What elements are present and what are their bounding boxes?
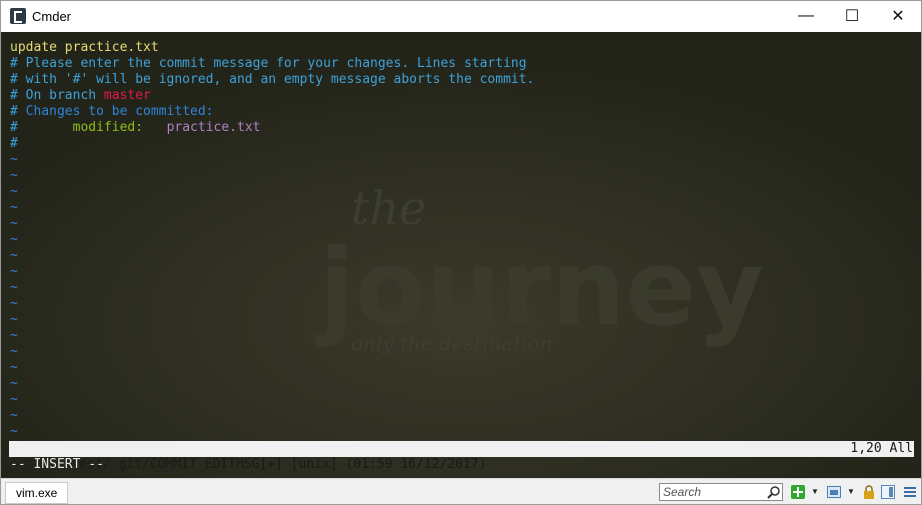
text-segment-default: update practice.txt xyxy=(10,40,159,55)
text-segment-comment: # with '#' will be ignored, and an empty… xyxy=(10,72,535,87)
status-file-info: ~/test/.git/COMMIT_EDITMSG[+] [unix] (01… xyxy=(55,457,487,472)
empty-line-marker: ~ xyxy=(10,424,534,440)
empty-line-marker: ~ xyxy=(10,216,534,232)
empty-line-marker: ~ xyxy=(10,328,534,344)
text-segment-tilde: ~ xyxy=(10,408,18,423)
minimize-icon: — xyxy=(798,7,814,24)
window-title: Cmder xyxy=(32,8,72,24)
editor-line: # with '#' will be ignored, and an empty… xyxy=(10,72,534,88)
text-segment-tilde: ~ xyxy=(10,360,18,375)
empty-line-marker: ~ xyxy=(10,280,534,296)
text-segment-tilde: ~ xyxy=(10,184,18,199)
empty-line-marker: ~ xyxy=(10,392,534,408)
close-icon: ✕ xyxy=(891,8,905,25)
minimize-button[interactable]: — xyxy=(783,1,829,31)
text-segment-tilde: ~ xyxy=(10,392,18,407)
search-input[interactable] xyxy=(659,483,783,501)
lock-icon[interactable] xyxy=(862,485,876,499)
maximize-icon: ☐ xyxy=(844,8,860,25)
close-button[interactable]: ✕ xyxy=(875,1,921,31)
text-segment-header: Changes to be committed: xyxy=(25,104,214,119)
cmder-window: Cmder — ☐ ✕ the journey only the destina… xyxy=(0,0,922,505)
text-segment-branch: master xyxy=(103,88,151,103)
maximize-button[interactable]: ☐ xyxy=(829,1,875,31)
text-segment-comment: # xyxy=(10,120,73,135)
text-segment-tilde: ~ xyxy=(10,280,18,295)
menu-icon[interactable] xyxy=(903,485,917,499)
text-segment-tilde: ~ xyxy=(10,248,18,263)
text-segment-comment: # Please enter the commit message for yo… xyxy=(10,56,527,71)
text-segment-tilde: ~ xyxy=(10,264,18,279)
text-segment-tilde: ~ xyxy=(10,152,18,167)
text-segment-tilde: ~ xyxy=(10,296,18,311)
new-console-dropdown-icon[interactable]: ▼ xyxy=(811,487,819,497)
text-segment-tilde: ~ xyxy=(10,232,18,247)
editor-line: # Changes to be committed: xyxy=(10,104,534,120)
empty-line-marker: ~ xyxy=(10,376,534,392)
text-segment-tilde: ~ xyxy=(10,216,18,231)
empty-line-marker: ~ xyxy=(10,264,534,280)
text-segment-file: practice.txt xyxy=(166,120,261,135)
editor-line: update practice.txt xyxy=(10,40,534,56)
editor-line: # xyxy=(10,136,534,152)
empty-line-marker: ~ xyxy=(10,360,534,376)
console-tab-vim[interactable]: vim.exe xyxy=(5,482,69,504)
empty-line-marker: ~ xyxy=(10,152,534,168)
text-segment-comment: # On branch xyxy=(10,88,104,103)
empty-line-marker: ~ xyxy=(10,296,534,312)
new-console-icon[interactable] xyxy=(791,485,805,499)
text-segment-comment: # xyxy=(10,104,26,119)
switch-console-dropdown-icon[interactable]: ▼ xyxy=(847,487,855,497)
empty-line-marker: ~ xyxy=(10,248,534,264)
console-bottom-bar: vim.exe ▼ ▼ xyxy=(1,478,921,504)
empty-line-marker: ~ xyxy=(10,168,534,184)
text-segment-tilde: ~ xyxy=(10,200,18,215)
cmder-app-icon xyxy=(10,8,26,24)
empty-line-marker: ~ xyxy=(10,232,534,248)
editor-line: # Please enter the commit message for yo… xyxy=(10,56,534,72)
text-segment-tilde: ~ xyxy=(10,344,18,359)
text-segment-tilde: ~ xyxy=(10,376,18,391)
text-segment-comment xyxy=(143,120,166,135)
editor-line: # modified: practice.txt xyxy=(10,120,534,136)
text-segment-tilde: ~ xyxy=(10,312,18,327)
editor-line: # On branch master xyxy=(10,88,534,104)
vim-mode-indicator: -- INSERT -- xyxy=(10,457,104,472)
status-position: 1,20 All xyxy=(850,441,913,456)
empty-line-marker: ~ xyxy=(10,408,534,424)
switch-console-icon[interactable] xyxy=(827,485,841,499)
text-segment-comment: # xyxy=(10,136,18,151)
text-segment-tilde: ~ xyxy=(10,424,18,439)
empty-line-marker: ~ xyxy=(10,184,534,200)
split-view-icon[interactable] xyxy=(881,485,895,499)
vim-status-line: ~/test/.git/COMMIT_EDITMSG[+] [unix] (01… xyxy=(9,441,914,472)
title-bar[interactable]: Cmder — ☐ ✕ xyxy=(1,1,921,31)
text-segment-tilde: ~ xyxy=(10,168,18,183)
empty-line-marker: ~ xyxy=(10,200,534,216)
editor-buffer[interactable]: update practice.txt # Please enter the co… xyxy=(10,40,534,440)
empty-line-marker: ~ xyxy=(10,312,534,328)
terminal-area[interactable]: the journey only the destination update … xyxy=(1,32,921,478)
empty-line-marker: ~ xyxy=(10,344,534,360)
search-icon[interactable] xyxy=(767,485,781,499)
window-controls: — ☐ ✕ xyxy=(783,1,921,31)
text-segment-modified: modified: xyxy=(72,120,144,135)
text-segment-tilde: ~ xyxy=(10,328,18,343)
